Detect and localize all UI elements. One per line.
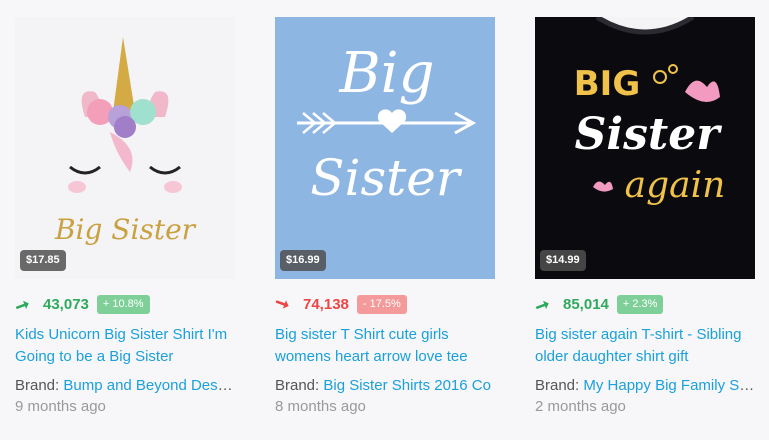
rank-change-badge: + 10.8% xyxy=(96,294,150,314)
product-title-link[interactable]: Big sister again T-shirt - Sibling older… xyxy=(535,324,767,368)
image-caption: BIG xyxy=(574,64,640,104)
brand-line: Brand: Bump and Beyond Designs xyxy=(15,377,235,394)
brand-label: Brand: xyxy=(535,377,580,394)
brand-line: Brand: My Happy Big Family Shirts xyxy=(535,377,755,394)
trend-down-arrow-icon: ➞ xyxy=(272,291,293,315)
product-card[interactable]: Big Sister $16.99 ➞ 74,138 - 17.5% Big s… xyxy=(272,17,495,415)
rank-stats: ➞ 74,138 - 17.5% xyxy=(272,291,495,315)
product-image[interactable]: BIG Sister again $14.99 xyxy=(535,17,755,279)
brand-line: Brand: Big Sister Shirts 2016 Co xyxy=(275,377,495,394)
brand-link[interactable]: Big Sister Shirts 2016 Co xyxy=(323,377,491,394)
listing-age: 8 months ago xyxy=(275,398,366,415)
brand-link[interactable]: Bump and Beyond Designs xyxy=(63,377,235,394)
image-caption: Sister xyxy=(575,109,723,160)
listing-age: 2 months ago xyxy=(535,398,626,415)
product-title-link[interactable]: Kids Unicorn Big Sister Shirt I'm Going … xyxy=(15,324,247,368)
sales-rank: 85,014 xyxy=(563,295,609,313)
brand-label: Brand: xyxy=(15,377,60,394)
product-title-link[interactable]: Big sister T Shirt cute girls womens hea… xyxy=(275,324,507,368)
rank-stats: ➞ 85,014 + 2.3% xyxy=(532,293,755,317)
rank-change-badge: - 17.5% xyxy=(356,294,407,314)
rank-stats: ➞ 43,073 + 10.8% xyxy=(12,293,235,317)
product-card[interactable]: Big Sister $17.85 ➞ 43,073 + 10.8% Kids … xyxy=(12,17,235,415)
price-badge: $17.85 xyxy=(20,250,66,271)
unicorn-illustration: Big Sister xyxy=(54,37,197,246)
brand-label: Brand: xyxy=(275,377,320,394)
image-caption: Sister xyxy=(310,149,463,207)
trend-up-arrow-icon: ➞ xyxy=(532,293,553,317)
brand-link[interactable]: My Happy Big Family Shirts xyxy=(583,377,755,394)
image-caption: Big xyxy=(339,41,435,106)
image-caption: again xyxy=(625,165,726,206)
price-badge: $16.99 xyxy=(280,250,326,271)
image-caption: Big Sister xyxy=(54,213,197,246)
product-image[interactable]: Big Sister $16.99 xyxy=(275,17,495,279)
sales-rank: 74,138 xyxy=(303,295,349,313)
sales-rank: 43,073 xyxy=(43,295,89,313)
listing-age: 9 months ago xyxy=(15,398,106,415)
product-card[interactable]: BIG Sister again $14.99 ➞ 85,014 + 2.3% … xyxy=(532,17,755,415)
tshirt-illustration: BIG Sister again xyxy=(535,17,755,279)
rank-change-badge: + 2.3% xyxy=(616,294,664,314)
trend-up-arrow-icon: ➞ xyxy=(12,293,33,317)
product-image[interactable]: Big Sister $17.85 xyxy=(15,17,235,279)
price-badge: $14.99 xyxy=(540,250,586,271)
arrow-heart-illustration: Big Sister xyxy=(297,41,477,207)
